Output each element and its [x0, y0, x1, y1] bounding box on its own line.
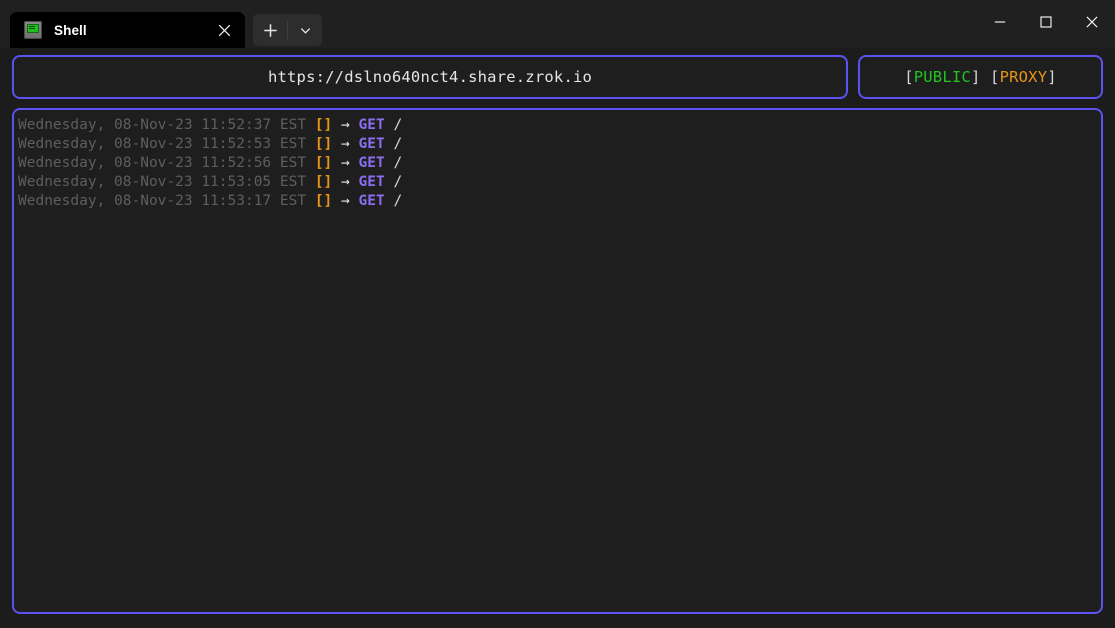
log-brackets: []: [315, 174, 332, 190]
log-timestamp: Wednesday, 08-Nov-23 11:52:37 EST: [18, 117, 306, 133]
log-arrow-icon: →: [341, 155, 350, 171]
bracket-open-public: [: [904, 68, 914, 86]
log-timestamp: Wednesday, 08-Nov-23 11:52:56 EST: [18, 155, 306, 171]
log-line: Wednesday, 08-Nov-23 11:52:37 EST [] → G…: [18, 116, 1093, 135]
terminal-icon: [24, 21, 42, 39]
status-badge-proxy: PROXY: [1000, 68, 1048, 86]
log-http-method: GET: [359, 117, 385, 133]
maximize-button[interactable]: [1023, 0, 1069, 44]
tab-actions-group: [253, 14, 322, 46]
log-request-path: /: [393, 193, 402, 209]
log-line: Wednesday, 08-Nov-23 11:52:53 EST [] → G…: [18, 135, 1093, 154]
log-brackets: []: [315, 136, 332, 152]
log-brackets: []: [315, 155, 332, 171]
tab-strip: Shell: [0, 0, 322, 48]
status-badge-public: PUBLIC: [914, 68, 971, 86]
log-arrow-icon: →: [341, 193, 350, 209]
log-request-path: /: [393, 155, 402, 171]
chevron-down-icon[interactable]: [288, 14, 322, 46]
log-arrow-icon: →: [341, 117, 350, 133]
bracket-close-proxy: ]: [1047, 68, 1057, 86]
tab-shell[interactable]: Shell: [10, 12, 245, 48]
log-timestamp: Wednesday, 08-Nov-23 11:52:53 EST: [18, 136, 306, 152]
title-bar: Shell: [0, 0, 1115, 48]
log-request-path: /: [393, 174, 402, 190]
log-request-path: /: [393, 117, 402, 133]
share-url-box[interactable]: https://dslno640nct4.share.zrok.io: [12, 55, 848, 99]
log-brackets: []: [315, 193, 332, 209]
new-tab-icon[interactable]: [253, 14, 287, 46]
log-request-path: /: [393, 136, 402, 152]
share-mode-box: [PUBLIC] [PROXY]: [858, 55, 1103, 99]
log-arrow-icon: →: [341, 174, 350, 190]
tab-close-icon[interactable]: [207, 15, 241, 45]
share-header-row: https://dslno640nct4.share.zrok.io [PUBL…: [0, 48, 1115, 99]
tab-title: Shell: [54, 23, 207, 38]
request-log-panel: Wednesday, 08-Nov-23 11:52:37 EST [] → G…: [12, 108, 1103, 614]
log-brackets: []: [315, 117, 332, 133]
minimize-button[interactable]: [977, 0, 1023, 44]
log-line: Wednesday, 08-Nov-23 11:52:56 EST [] → G…: [18, 154, 1093, 173]
log-line: Wednesday, 08-Nov-23 11:53:17 EST [] → G…: [18, 192, 1093, 211]
log-line: Wednesday, 08-Nov-23 11:53:05 EST [] → G…: [18, 173, 1093, 192]
log-http-method: GET: [359, 155, 385, 171]
close-button[interactable]: [1069, 0, 1115, 44]
bracket-open-proxy: [: [990, 68, 1000, 86]
log-http-method: GET: [359, 174, 385, 190]
terminal-window: Shell: [0, 0, 1115, 628]
request-log-list[interactable]: Wednesday, 08-Nov-23 11:52:37 EST [] → G…: [14, 110, 1101, 612]
log-http-method: GET: [359, 136, 385, 152]
log-arrow-icon: →: [341, 136, 350, 152]
share-mode-badges: [PUBLIC] [PROXY]: [904, 68, 1057, 86]
badge-separator: [980, 68, 990, 86]
share-url-text: https://dslno640nct4.share.zrok.io: [268, 68, 592, 86]
log-timestamp: Wednesday, 08-Nov-23 11:53:17 EST: [18, 193, 306, 209]
log-timestamp: Wednesday, 08-Nov-23 11:53:05 EST: [18, 174, 306, 190]
window-controls: [977, 0, 1115, 44]
log-http-method: GET: [359, 193, 385, 209]
